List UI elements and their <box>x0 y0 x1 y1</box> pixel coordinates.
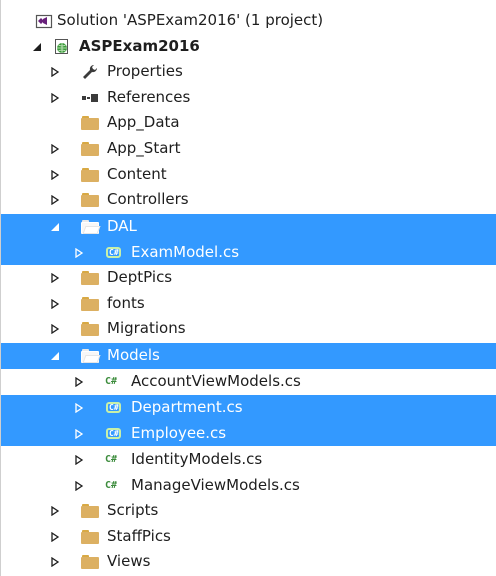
collapsed-arrow-icon[interactable] <box>49 66 61 78</box>
item-label: References <box>107 87 191 106</box>
item-label: Migrations <box>107 319 186 338</box>
item-label: App_Data <box>107 113 180 132</box>
folder-icon <box>81 528 99 546</box>
item-label: ManageViewModels.cs <box>131 475 300 494</box>
item-label: Department.cs <box>131 398 243 416</box>
item-label: App_Start <box>107 139 181 157</box>
tree-row-dal[interactable]: DAL <box>1 214 496 240</box>
collapsed-arrow-icon[interactable] <box>49 143 61 155</box>
item-label: Views <box>107 552 151 571</box>
csharp-file-icon: C# <box>105 479 118 491</box>
tree-row-controllers[interactable]: Controllers <box>1 187 496 213</box>
folder-icon <box>81 166 99 184</box>
collapsed-arrow-icon[interactable] <box>73 428 85 440</box>
tree-row-models[interactable]: Models <box>1 343 496 369</box>
class-file-icon: C# <box>105 244 123 262</box>
collapsed-arrow-icon[interactable] <box>49 323 61 335</box>
class-file-icon: C# <box>105 399 123 417</box>
item-label: fonts <box>107 293 145 312</box>
item-label: StaffPics <box>107 526 171 545</box>
tree-row-identitymodels[interactable]: C# IdentityModels.cs <box>1 447 496 473</box>
expanded-arrow-icon[interactable] <box>31 41 43 53</box>
folder-icon <box>81 269 99 287</box>
collapsed-arrow-icon[interactable] <box>49 556 61 568</box>
tree-row-app-data[interactable]: App_Data <box>1 110 496 136</box>
collapsed-arrow-icon[interactable] <box>73 376 85 388</box>
tree-row-accountviewmodels[interactable]: C# AccountViewModels.cs <box>1 369 496 395</box>
tree-row-department[interactable]: C# Department.cs <box>1 395 496 421</box>
collapsed-arrow-icon[interactable] <box>49 194 61 206</box>
item-label: Controllers <box>107 190 189 209</box>
item-label: DeptPics <box>107 268 173 287</box>
collapsed-arrow-icon[interactable] <box>73 480 85 492</box>
expanded-arrow-icon[interactable] <box>49 350 61 362</box>
tree-row-staffpics[interactable]: StaffPics <box>1 524 496 550</box>
tree-row-scripts[interactable]: Scripts <box>1 498 496 524</box>
item-label: IdentityModels.cs <box>131 450 263 468</box>
folder-icon <box>81 191 99 209</box>
collapsed-arrow-icon[interactable] <box>49 531 61 543</box>
folder-icon <box>81 553 99 571</box>
tree-row-project[interactable]: ASPExam2016 <box>1 34 496 60</box>
folder-icon <box>81 114 99 132</box>
wrench-icon <box>81 63 99 81</box>
tree-row-migrations[interactable]: Migrations <box>1 316 496 342</box>
expanded-arrow-icon[interactable] <box>49 221 61 233</box>
class-file-icon: C# <box>105 425 123 443</box>
open-folder-icon <box>81 347 101 365</box>
item-label: DAL <box>107 217 137 235</box>
collapsed-arrow-icon[interactable] <box>73 247 85 259</box>
collapsed-arrow-icon[interactable] <box>49 92 61 104</box>
collapsed-arrow-icon[interactable] <box>49 505 61 517</box>
item-label: Employee.cs <box>131 423 227 442</box>
folder-icon <box>81 140 99 158</box>
tree-row-solution[interactable]: Solution 'ASPExam2016' (1 project) <box>1 8 496 34</box>
collapsed-arrow-icon[interactable] <box>73 402 85 414</box>
solution-icon <box>35 12 53 30</box>
item-label: Scripts <box>107 501 159 520</box>
collapsed-arrow-icon[interactable] <box>49 272 61 284</box>
tree-row-employee[interactable]: C# Employee.cs <box>1 420 496 447</box>
tree-row-content[interactable]: Content <box>1 162 496 188</box>
tree-row-properties[interactable]: Properties <box>1 59 496 85</box>
tree-row-app-start[interactable]: App_Start <box>1 136 496 162</box>
item-label: ExamModel.cs <box>131 242 240 261</box>
folder-icon <box>81 502 99 520</box>
tree-row-deptpics[interactable]: DeptPics <box>1 265 496 291</box>
collapsed-arrow-icon[interactable] <box>49 298 61 310</box>
tree-row-exammodel[interactable]: C# ExamModel.cs <box>1 239 496 266</box>
tree-row-fonts[interactable]: fonts <box>1 291 496 317</box>
open-folder-icon <box>81 218 101 236</box>
solution-label: Solution 'ASPExam2016' (1 project) <box>57 11 324 29</box>
solution-explorer-tree: Solution 'ASPExam2016' (1 project) ASPEx… <box>0 0 496 576</box>
folder-icon <box>81 320 99 338</box>
item-label: Content <box>107 164 167 183</box>
collapsed-arrow-icon[interactable] <box>49 169 61 181</box>
web-project-icon <box>53 38 71 56</box>
tree-row-references[interactable]: References <box>1 85 496 111</box>
item-label: AccountViewModels.cs <box>131 372 301 390</box>
collapsed-arrow-icon[interactable] <box>73 454 85 466</box>
csharp-file-icon: C# <box>105 376 118 387</box>
references-icon <box>81 89 99 107</box>
tree-row-manageviewmodels[interactable]: C# ManageViewModels.cs <box>1 473 496 499</box>
tree-row-views[interactable]: Views <box>1 549 496 575</box>
item-label: Models <box>107 346 160 364</box>
item-label: Properties <box>107 62 183 81</box>
project-label: ASPExam2016 <box>79 36 200 55</box>
folder-icon <box>81 295 99 313</box>
csharp-file-icon: C# <box>105 454 118 465</box>
